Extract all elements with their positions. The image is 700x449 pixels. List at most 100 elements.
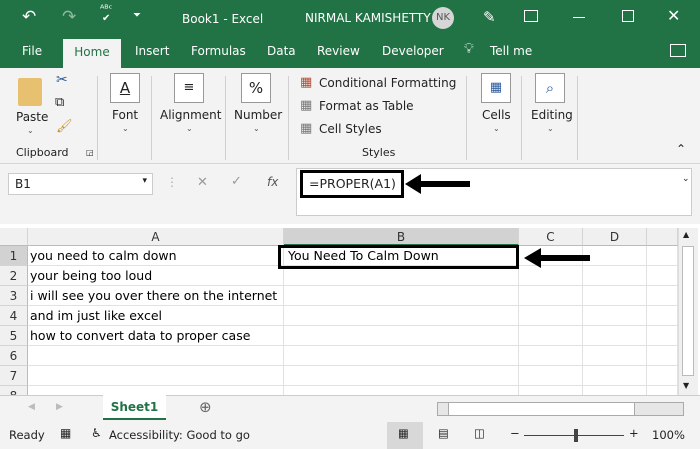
normal-view-icon[interactable]: ▦ [398,426,409,440]
cell[interactable] [647,306,678,326]
cancel-icon[interactable]: ✕ [197,175,208,190]
comments-icon[interactable] [670,44,686,57]
row-header[interactable]: 7 [0,366,28,386]
enter-icon[interactable]: ✓ [231,174,242,189]
cell[interactable] [583,326,647,346]
row-header[interactable]: 2 [0,266,28,286]
font-icon[interactable]: A [110,73,140,103]
tab-file[interactable]: File [22,44,42,58]
close-button[interactable]: ✕ [667,6,680,25]
column-header-e[interactable] [647,228,678,246]
name-box[interactable]: B1 ▾ [8,173,153,195]
cell[interactable]: you need to calm down [28,246,284,266]
tab-home[interactable]: Home [63,39,121,68]
paste-button[interactable]: Paste [16,110,48,124]
maximize-button[interactable] [622,10,634,22]
column-header-b[interactable]: B [284,228,519,246]
cell[interactable] [583,346,647,366]
user-name[interactable]: NIRMAL KAMISHETTY [305,11,431,25]
page-break-preview-icon[interactable]: ◫ [474,426,485,440]
tab-data[interactable]: Data [267,44,296,58]
cell[interactable] [647,366,678,386]
cell[interactable] [647,346,678,366]
cell[interactable] [583,286,647,306]
cell[interactable] [583,366,647,386]
paste-icon[interactable] [18,78,42,106]
cell[interactable] [519,306,583,326]
ribbon-display-icon[interactable] [524,10,538,22]
tab-developer[interactable]: Developer [382,44,444,58]
tab-formulas[interactable]: Formulas [191,44,246,58]
cell[interactable] [519,366,583,386]
collapse-ribbon-icon[interactable]: ⌃ [676,142,686,156]
dialog-launcher-icon[interactable]: ◲ [86,148,94,157]
horizontal-scrollbar[interactable] [437,402,684,416]
column-header-c[interactable]: C [519,228,583,246]
format-painter-icon[interactable]: 🖌︎ [56,119,73,134]
cell[interactable] [519,286,583,306]
column-header-a[interactable]: A [28,228,284,246]
redo-icon[interactable]: ↷ [62,7,76,27]
font-button[interactable]: Font [112,108,138,122]
cells-button[interactable]: Cells [482,108,511,122]
spelling-icon[interactable]: ᴬᴮᶜ ✔ [100,5,112,24]
cell[interactable] [647,246,678,266]
percent-icon[interactable]: % [241,73,271,103]
cell[interactable] [583,266,647,286]
cells-icon[interactable]: ▦ [481,73,511,103]
tab-insert[interactable]: Insert [135,44,169,58]
cell[interactable] [284,326,519,346]
zoom-level[interactable]: 100% [652,428,685,442]
row-header[interactable]: 4 [0,306,28,326]
cell[interactable] [583,246,647,266]
vertical-scrollbar[interactable]: ▲ ▼ [678,228,698,395]
conditional-formatting-button[interactable]: Conditional Formatting [319,76,456,90]
formula-input[interactable]: =PROPER(A1) [300,170,404,198]
page-layout-icon[interactable]: ▤ [438,426,449,440]
cell[interactable]: i will see you over there on the interne… [28,286,284,306]
customize-qat-icon[interactable]: ⏷ [133,10,141,21]
cell[interactable]: how to convert data to proper case [28,326,284,346]
row-header[interactable]: 5 [0,326,28,346]
row-header[interactable]: 1 [0,246,28,266]
zoom-out-button[interactable]: − [510,426,520,440]
cell[interactable] [284,366,519,386]
next-sheet-icon[interactable]: ▶ [56,402,63,412]
pen-icon[interactable]: ✎ [483,8,496,26]
row-header[interactable]: 6 [0,346,28,366]
cut-icon[interactable]: ✂ [56,72,68,88]
cell[interactable] [284,286,519,306]
cell[interactable] [519,326,583,346]
row-header[interactable]: 3 [0,286,28,306]
cell[interactable] [28,366,284,386]
alignment-icon[interactable]: ≡ [174,73,204,103]
prev-sheet-icon[interactable]: ◀ [28,402,35,412]
add-sheet-icon[interactable]: ⊕ [199,398,212,416]
number-button[interactable]: Number [234,108,282,122]
accessibility-icon[interactable]: ♿︎ [91,426,102,440]
expand-formula-icon[interactable]: ⌄ [682,174,690,184]
cell-styles-button[interactable]: Cell Styles [319,122,382,136]
format-as-table-button[interactable]: Format as Table [319,99,414,113]
cell[interactable] [647,286,678,306]
cell[interactable]: and im just like excel [28,306,284,326]
cell[interactable] [519,346,583,366]
zoom-in-button[interactable]: + [629,426,639,440]
cell[interactable] [647,326,678,346]
alignment-button[interactable]: Alignment [160,108,221,122]
minimize-button[interactable] [573,17,585,18]
sheet-tab-sheet1[interactable]: Sheet1 [103,395,166,420]
cell[interactable] [519,266,583,286]
tab-review[interactable]: Review [317,44,360,58]
cell[interactable] [647,266,678,286]
accessibility-status[interactable]: Accessibility: Good to go [109,428,250,442]
copy-icon[interactable]: ⧉ [55,95,64,110]
cell[interactable] [284,306,519,326]
editing-button[interactable]: Editing [531,108,573,122]
cell[interactable]: your being too loud [28,266,284,286]
tell-me-search[interactable]: Tell me [490,44,532,58]
find-icon[interactable]: ⌕ [535,73,565,103]
cell[interactable] [583,306,647,326]
macro-record-icon[interactable]: ▦ [60,426,71,440]
spreadsheet-grid[interactable]: A B C D 1 you need to calm down 2 your bein… [0,228,678,406]
